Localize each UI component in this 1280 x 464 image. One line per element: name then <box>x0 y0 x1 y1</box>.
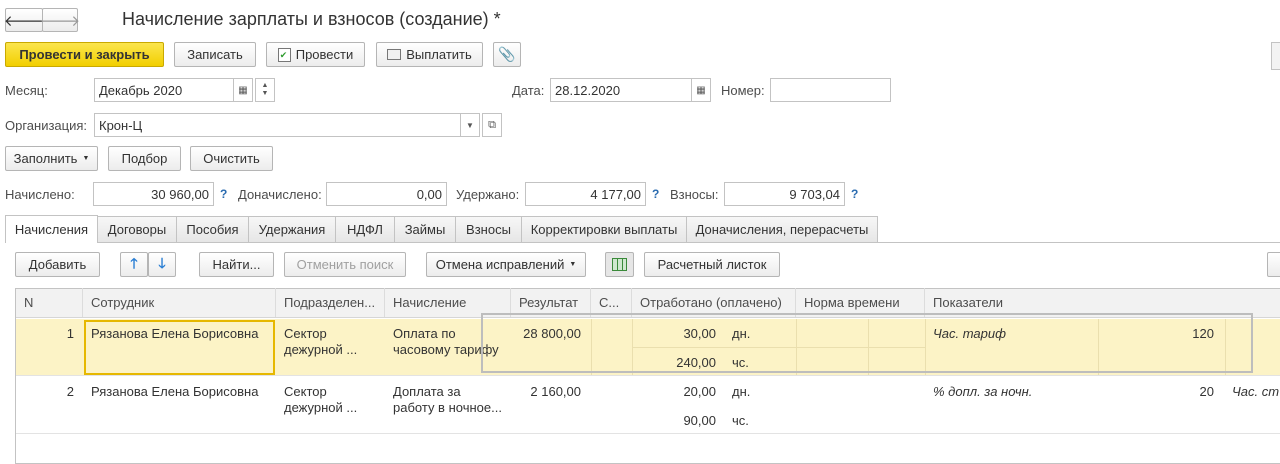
forward-button[interactable]: 🡒 <box>39 8 81 32</box>
row-1-department: Сектор дежурной ... <box>284 326 358 357</box>
clear-button[interactable]: Очистить <box>190 146 273 171</box>
organization-dropdown-button[interactable]: ▼ <box>460 113 480 137</box>
table-add-column-icon <box>612 258 627 271</box>
attach-button[interactable]: 📎 <box>493 42 521 67</box>
tab-accruals[interactable]: Начисления <box>5 215 98 243</box>
month-stepper[interactable]: ▲ ▼ <box>255 78 275 102</box>
month-calendar-button[interactable]: ▦ <box>233 78 253 102</box>
fill-button-label: Заполнить <box>13 151 78 166</box>
row-2-worked-hours: 90,00 <box>683 413 716 428</box>
more-actions-button[interactable] <box>1267 252 1280 277</box>
table-settings-button[interactable] <box>605 252 634 277</box>
column-header-department[interactable]: Подразделен... <box>276 288 385 317</box>
contributions-label: Взносы: <box>670 187 719 202</box>
tab-ndfl[interactable]: НДФЛ <box>335 216 395 242</box>
withheld-help-icon[interactable]: ? <box>652 187 659 201</box>
post-document-icon: ✔ <box>277 47 291 62</box>
post-and-close-button[interactable]: Провести и закрыть <box>5 42 164 67</box>
move-up-button[interactable]: 🡑 <box>120 252 148 277</box>
pay-button[interactable]: Выплатить <box>376 42 483 67</box>
tab-contributions[interactable]: Взносы <box>455 216 522 242</box>
row-1-number: 1 <box>66 326 74 341</box>
save-button[interactable]: Записать <box>174 42 256 67</box>
row-2-accrual: Доплата за работу в ночное... <box>393 384 502 415</box>
extra-accrued-field: 0,00 <box>326 182 447 206</box>
row-1-employee: Рязанова Елена Борисовна <box>91 326 259 341</box>
extra-accrued-label: Доначислено: <box>238 187 322 202</box>
post-button-label: Провести <box>295 47 354 62</box>
withheld-label: Удержано: <box>456 187 520 202</box>
date-calendar-button[interactable]: ▦ <box>691 78 711 102</box>
row-2-days-unit: дн. <box>732 384 751 399</box>
column-header-n[interactable]: N <box>16 288 83 317</box>
row-2-result: 2 160,00 <box>530 384 581 399</box>
tab-loans[interactable]: Займы <box>394 216 456 242</box>
chevron-down-icon: ▼ <box>82 155 90 162</box>
tab-benefits[interactable]: Пособия <box>176 216 249 242</box>
row-2-hours-unit: чс. <box>732 413 749 428</box>
column-header-employee[interactable]: Сотрудник <box>83 288 276 317</box>
month-label: Месяц: <box>5 83 48 98</box>
paperclip-icon: 📎 <box>498 46 516 62</box>
post-button[interactable]: ✔ Провести <box>266 42 365 67</box>
payment-icon <box>387 49 402 60</box>
withheld-field: 4 177,00 <box>525 182 646 206</box>
arrow-right-icon: 🡒 <box>39 12 81 30</box>
tab-recalculations[interactable]: Доначисления, перерасчеты <box>686 216 878 242</box>
arrow-up-icon: 🡑 <box>130 254 138 271</box>
row-2-number: 2 <box>66 384 74 399</box>
fill-button[interactable]: Заполнить ▼ <box>5 146 98 171</box>
accrued-help-icon[interactable]: ? <box>220 187 227 201</box>
organization-label: Организация: <box>5 118 88 133</box>
contributions-field: 9 703,04 <box>724 182 845 206</box>
pay-button-label: Выплатить <box>406 47 472 62</box>
arrow-left-icon: 🡐 <box>3 12 45 30</box>
cancel-search-button[interactable]: Отменить поиск <box>284 252 406 277</box>
right-edge-panel <box>1271 42 1280 70</box>
row-2-department: Сектор дежурной ... <box>284 384 358 415</box>
stepper-up-icon: ▲ <box>261 82 269 89</box>
tabs-baseline <box>5 242 1280 243</box>
accrued-label: Начислено: <box>5 187 75 202</box>
arrow-down-icon: 🡓 <box>158 254 166 271</box>
window-title: Начисление зарплаты и взносов (создание)… <box>122 9 501 29</box>
row-2-indicator-extra: Час. ст <box>1232 384 1280 399</box>
find-button[interactable]: Найти... <box>199 252 274 277</box>
contributions-help-icon[interactable]: ? <box>851 187 858 201</box>
row-2-worked-days: 20,00 <box>683 384 716 399</box>
number-field[interactable] <box>770 78 891 102</box>
calendar-icon: ▦ <box>696 84 706 96</box>
row-2-employee: Рязанова Елена Борисовна <box>91 384 259 399</box>
date-label: Дата: <box>512 83 545 98</box>
number-label: Номер: <box>721 83 765 98</box>
payslip-button[interactable]: Расчетный листок <box>644 252 780 277</box>
organization-field[interactable]: Крон-Ц <box>94 113 461 137</box>
add-row-button[interactable]: Добавить <box>15 252 100 277</box>
open-form-icon: ⧉ <box>488 118 496 131</box>
date-field[interactable]: 28.12.2020 <box>550 78 692 102</box>
cancel-corrections-button[interactable]: Отмена исправлений ▼ <box>426 252 586 277</box>
select-button[interactable]: Подбор <box>108 146 181 171</box>
highlight-frame <box>481 313 1253 373</box>
calendar-icon: ▦ <box>238 84 248 96</box>
tab-payment-corrections[interactable]: Корректировки выплаты <box>521 216 687 242</box>
row-2-indicator-name: % допл. за ночн. <box>933 384 1033 399</box>
stepper-down-icon: ▼ <box>261 90 269 97</box>
tab-deductions[interactable]: Удержания <box>248 216 336 242</box>
cancel-corrections-label: Отмена исправлений <box>435 257 565 272</box>
row-2-indicator-value: 20 <box>1199 384 1214 399</box>
month-field[interactable]: Декабрь 2020 <box>94 78 234 102</box>
back-button[interactable]: 🡐 <box>3 8 45 32</box>
tab-contracts[interactable]: Договоры <box>97 216 177 242</box>
chevron-down-icon: ▼ <box>569 261 577 268</box>
move-down-button[interactable]: 🡓 <box>148 252 176 277</box>
accrued-field: 30 960,00 <box>93 182 214 206</box>
organization-open-button[interactable]: ⧉ <box>482 113 502 137</box>
chevron-down-icon: ▼ <box>466 120 474 130</box>
